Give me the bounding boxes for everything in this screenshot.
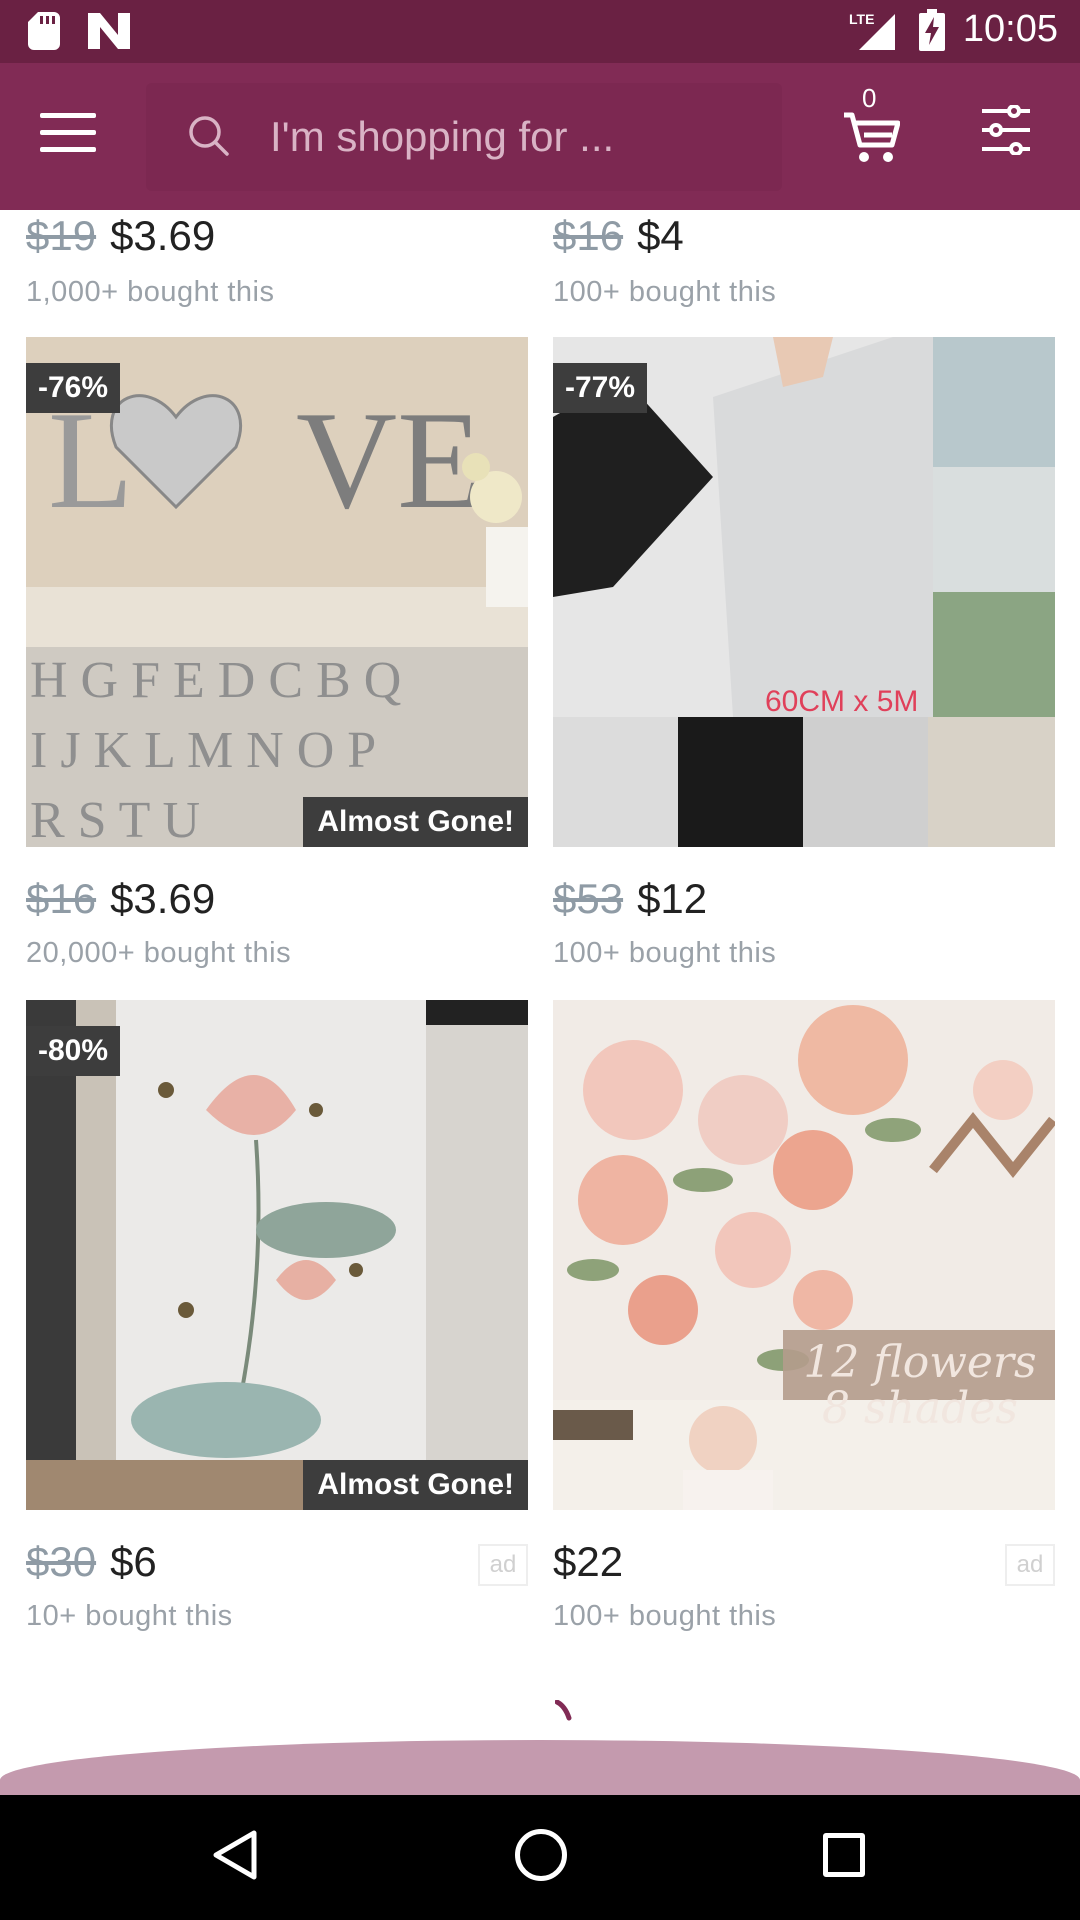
- svg-text:I J K L M N O P: I J K L M N O P: [30, 722, 376, 779]
- back-icon[interactable]: [212, 1829, 258, 1881]
- old-price: $30: [26, 1538, 97, 1585]
- price: $4: [637, 212, 684, 259]
- old-price: $16: [553, 212, 624, 259]
- ad-label: ad: [478, 1544, 528, 1586]
- almost-gone-tag: Almost Gone!: [303, 1460, 528, 1510]
- price: $12: [637, 875, 708, 922]
- product-image[interactable]: -80% Almost Gone!: [26, 1000, 528, 1510]
- product-image[interactable]: -77% 60CM x 5M: [553, 337, 1055, 847]
- bought-count: 10+ bought this: [26, 1600, 233, 1632]
- price-row: $16 $4: [553, 212, 684, 260]
- discount-badge: -77%: [553, 363, 648, 413]
- filter-icon[interactable]: [980, 105, 1032, 155]
- old-price: $19: [26, 212, 97, 259]
- price: $3.69: [110, 875, 216, 922]
- cart-button[interactable]: 0: [842, 83, 901, 165]
- battery-charging-icon: [918, 8, 945, 51]
- menu-icon-line: [40, 130, 96, 135]
- bought-count: 100+ bought this: [553, 276, 777, 308]
- price-row: $16 $3.69: [26, 875, 215, 923]
- ad-label: ad: [1005, 1544, 1055, 1586]
- price: $3.69: [110, 212, 216, 259]
- product-card[interactable]: L VE H G F E D C B Q I J K L M N O P R S…: [26, 337, 528, 977]
- status-bar: LTE 10:05: [0, 0, 1080, 63]
- search-icon: [189, 116, 229, 156]
- svg-text:H G F E D C B Q: H G F E D C B Q: [30, 652, 401, 709]
- system-nav-bar: [0, 1795, 1080, 1920]
- size-label: 60CM x 5M: [765, 685, 919, 718]
- bought-count: 100+ bought this: [553, 1600, 777, 1632]
- price-row: $22: [553, 1538, 623, 1586]
- price: $6: [110, 1538, 157, 1585]
- bought-count: 100+ bought this: [553, 937, 777, 969]
- search-input[interactable]: [270, 103, 750, 171]
- price-row: $30 $6: [26, 1538, 157, 1586]
- product-grid: $19 $3.69 1,000+ bought this $16 $4 100+ b…: [0, 210, 1080, 1793]
- product-card[interactable]: $16 $4 100+ bought this: [553, 210, 1055, 308]
- clock: 10:05: [962, 8, 1058, 50]
- price-row: $19 $3.69: [26, 212, 215, 260]
- home-icon[interactable]: [515, 1829, 567, 1881]
- old-price: $16: [26, 875, 97, 922]
- svg-text:VE: VE: [296, 383, 483, 538]
- signal-lte-icon: LTE: [849, 11, 895, 50]
- price: $22: [553, 1538, 624, 1585]
- discount-badge: -80%: [26, 1026, 121, 1076]
- bought-count: 1,000+ bought this: [26, 276, 275, 308]
- n-logo-icon: [88, 13, 130, 49]
- product-card[interactable]: -77% 60CM x 5M $53 $12 100+ bought this: [553, 337, 1055, 977]
- search-bar[interactable]: [146, 83, 782, 191]
- recent-apps-icon[interactable]: [823, 1833, 865, 1877]
- old-price: $53: [553, 875, 624, 922]
- cart-count-badge: 0: [862, 83, 877, 113]
- love-letters-image: L VE H G F E D C B Q I J K L M N O P R S…: [26, 337, 528, 847]
- flowers-overlay-text: 12 flowers 8 shades: [803, 1337, 1037, 1434]
- sd-card-icon: [28, 12, 60, 50]
- menu-icon-line: [40, 147, 96, 152]
- marble-film-image: [553, 337, 1055, 847]
- product-card[interactable]: -80% Almost Gone! $30 $6 ad 10+ bought th…: [26, 1000, 528, 1640]
- product-image[interactable]: 12 flowers 8 shades: [553, 1000, 1055, 1510]
- menu-button[interactable]: [40, 113, 96, 157]
- loading-spinner: [555, 1700, 572, 1721]
- discount-badge: -76%: [26, 363, 121, 413]
- svg-text:LTE: LTE: [849, 11, 874, 27]
- price-row: $53 $12: [553, 875, 707, 923]
- lotus-decal-image: [26, 1000, 528, 1510]
- almost-gone-tag: Almost Gone!: [303, 797, 528, 847]
- app-bar: 0: [0, 63, 1080, 210]
- svg-text:R S T U: R S T U: [30, 792, 200, 847]
- bought-count: 20,000+ bought this: [26, 937, 292, 969]
- menu-icon-line: [40, 113, 96, 118]
- product-card[interactable]: $19 $3.69 1,000+ bought this: [26, 210, 528, 308]
- product-image[interactable]: L VE H G F E D C B Q I J K L M N O P R S…: [26, 337, 528, 847]
- product-card[interactable]: 12 flowers 8 shades $22 ad 100+ bought t…: [553, 1000, 1055, 1640]
